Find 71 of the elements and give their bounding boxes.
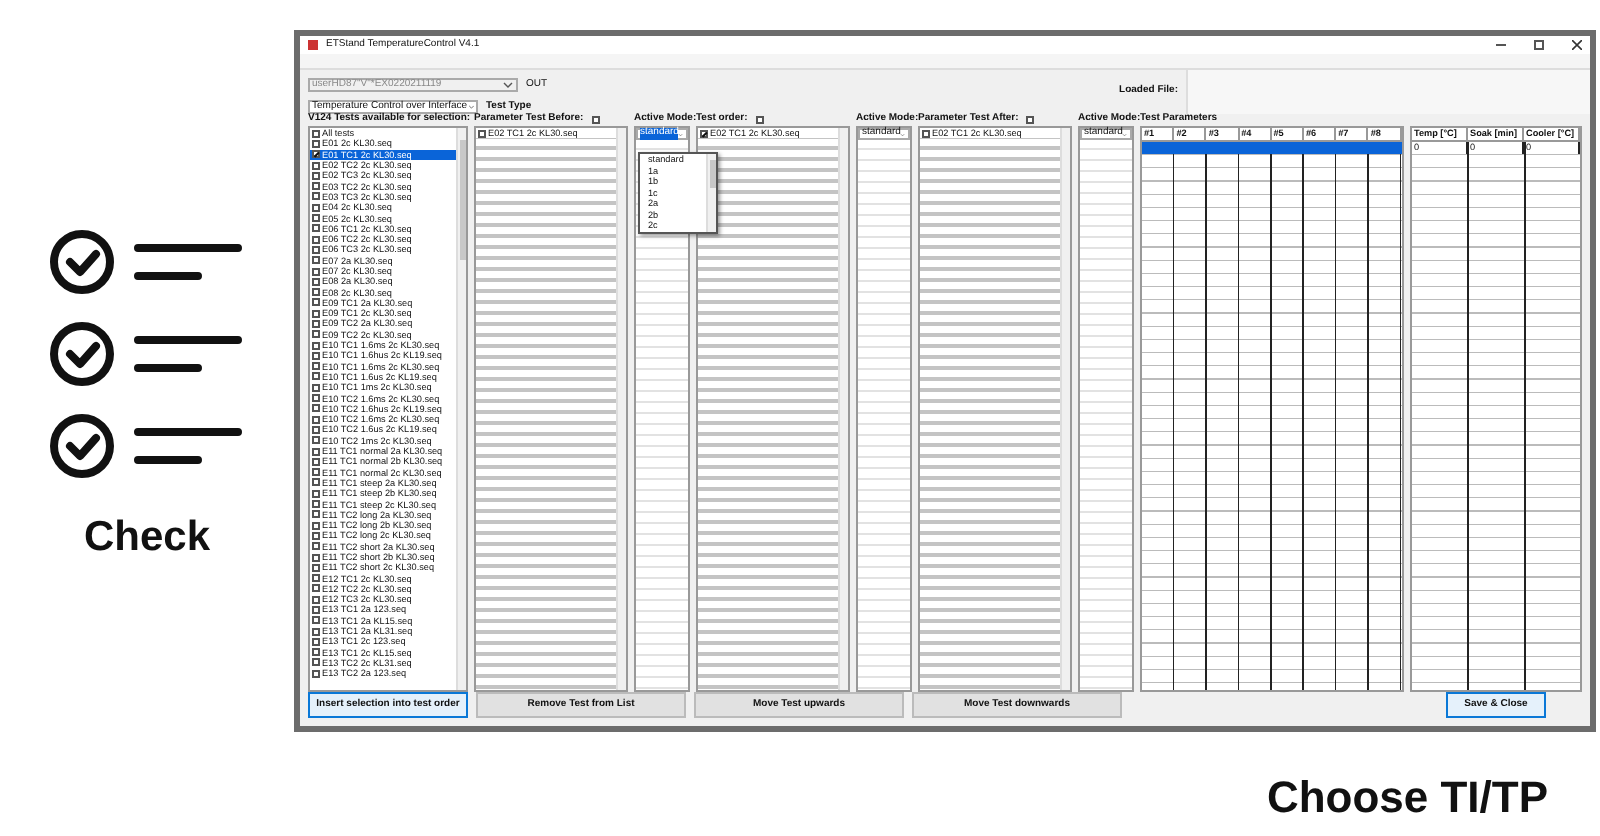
checkbox[interactable] [312,288,320,297]
checkbox[interactable] [312,637,320,646]
checkbox[interactable] [312,669,320,678]
checkbox[interactable] [312,171,320,180]
checkbox[interactable] [312,394,320,403]
checkbox[interactable] [312,447,320,456]
checkbox[interactable] [312,531,320,540]
checkbox[interactable] [312,574,320,583]
minimize-button[interactable] [1496,44,1506,47]
checkbox[interactable] [312,436,320,445]
checkbox[interactable] [312,616,320,625]
checkbox[interactable] [312,415,320,424]
checkbox[interactable] [312,542,320,551]
checkbox[interactable] [312,341,320,350]
scrollbar[interactable] [838,128,848,690]
checkbox[interactable] [312,372,320,381]
checkbox[interactable] [312,214,320,223]
checkbox[interactable] [312,245,320,254]
checkbox[interactable] [591,116,600,124]
checkbox[interactable] [1026,116,1035,124]
check-caption: Check [83,516,211,558]
checkbox[interactable] [312,192,320,201]
checkbox[interactable] [312,298,320,307]
checkbox[interactable] [312,584,320,593]
checkbox[interactable] [478,129,486,138]
checkbox[interactable] [312,627,320,636]
checkbox[interactable] [312,563,320,572]
scrollbar[interactable] [456,128,466,690]
checkbox[interactable] [312,362,320,371]
checkbox[interactable] [700,129,708,138]
checkbox[interactable] [312,383,320,392]
checkbox[interactable] [312,182,320,191]
maximize-button[interactable] [1534,40,1544,51]
checkbox[interactable] [312,425,320,434]
checkbox[interactable] [312,267,320,275]
checkbox[interactable] [312,489,320,498]
checkbox[interactable] [312,235,320,244]
checkbox[interactable] [312,203,320,212]
checkbox[interactable] [312,161,320,170]
checkbox[interactable] [312,553,320,562]
checkbox[interactable] [922,129,930,138]
checkbox[interactable] [312,500,320,509]
scrollbar[interactable] [1060,128,1070,690]
checkbox[interactable] [312,510,320,519]
checkbox[interactable] [312,606,320,614]
checkbox[interactable] [312,256,320,265]
checkbox[interactable] [312,319,320,328]
choose-caption: Choose TI/TP [1266,770,1548,826]
checkbox[interactable] [312,330,320,339]
app-icon [308,40,318,51]
close-icon[interactable] [1572,40,1582,51]
checkbox[interactable] [312,468,320,477]
checkbox[interactable] [312,351,320,360]
checkbox[interactable] [312,404,320,413]
checkbox[interactable] [312,478,320,487]
checkbox[interactable] [312,309,320,318]
checkbox[interactable] [312,521,320,530]
checkbox[interactable] [312,224,320,233]
checkbox[interactable] [312,277,320,286]
checkbox[interactable] [312,595,320,604]
checkbox[interactable] [312,658,320,667]
checkbox[interactable] [755,116,764,124]
caret-icon [502,80,514,90]
checkbox[interactable] [312,457,320,466]
scrollbar[interactable] [706,154,716,231]
checkbox[interactable] [312,139,320,148]
checkbox[interactable] [312,648,320,657]
caret-icon [467,102,474,112]
checkbox[interactable] [312,150,320,159]
scrollbar[interactable] [616,128,626,690]
checkbox[interactable] [312,129,320,138]
